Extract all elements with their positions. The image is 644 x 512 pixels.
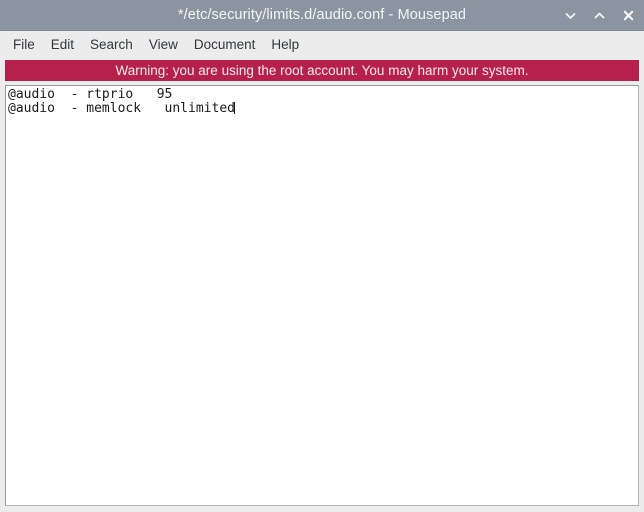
maximize-button[interactable]: [592, 8, 607, 23]
minimize-button[interactable]: [563, 8, 578, 23]
root-warning-banner: Warning: you are using the root account.…: [5, 60, 639, 81]
text-editor-area[interactable]: @audio - rtprio 95 @audio - memlock unli…: [5, 85, 639, 506]
root-warning-text: Warning: you are using the root account.…: [115, 63, 529, 78]
menu-item-search[interactable]: Search: [82, 33, 141, 56]
window-controls: [563, 0, 636, 31]
menu-item-edit[interactable]: Edit: [43, 33, 82, 56]
menu-item-file[interactable]: File: [5, 33, 43, 56]
warning-banner-wrap: Warning: you are using the root account.…: [0, 58, 644, 85]
menu-item-document[interactable]: Document: [186, 33, 264, 56]
text-caret: [234, 101, 236, 114]
titlebar[interactable]: */etc/security/limits.d/audio.conf - Mou…: [0, 0, 644, 31]
close-button[interactable]: [621, 8, 636, 23]
mousepad-window: */etc/security/limits.d/audio.conf - Mou…: [0, 0, 644, 512]
editor-line-text: @audio - memlock unlimited: [8, 100, 235, 116]
editor-line: @audio - rtprio 95: [8, 87, 173, 102]
menu-item-help[interactable]: Help: [263, 33, 307, 56]
menubar: File Edit Search View Document Help: [0, 31, 644, 58]
editor-wrap: @audio - rtprio 95 @audio - memlock unli…: [0, 85, 644, 512]
menu-item-view[interactable]: View: [141, 33, 186, 56]
editor-line: @audio - memlock unlimited: [8, 100, 638, 116]
window-title: */etc/security/limits.d/audio.conf - Mou…: [177, 7, 467, 23]
